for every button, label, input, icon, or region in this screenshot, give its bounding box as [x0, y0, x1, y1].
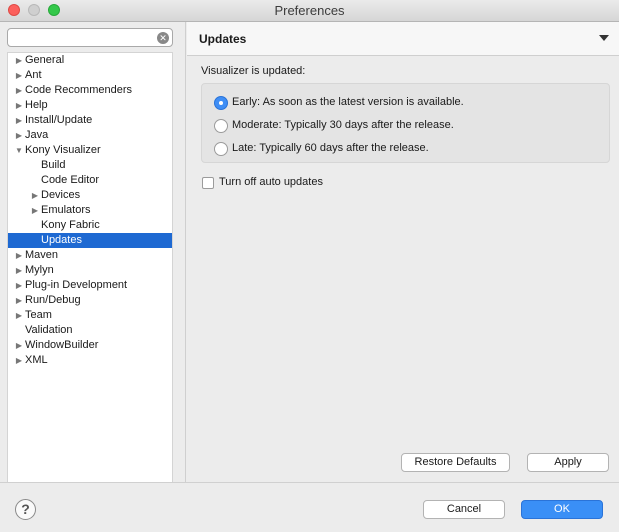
tree-item[interactable]: Code Editor	[8, 173, 172, 188]
collapsed-arrow-icon[interactable]: ▶	[14, 338, 24, 353]
auto-updates-option[interactable]: Turn off auto updates	[202, 176, 362, 192]
tree-item[interactable]: ▶ Devices	[8, 188, 172, 203]
tree-item-label: Kony Visualizer	[25, 144, 101, 156]
tree-item-label: Build	[41, 159, 66, 171]
collapsed-arrow-icon[interactable]: ▶	[14, 278, 24, 293]
auto-updates-checkbox[interactable]	[202, 177, 214, 189]
restore-defaults-button[interactable]: Restore Defaults	[401, 453, 510, 472]
collapsed-arrow-icon[interactable]: ▶	[30, 203, 40, 218]
preferences-sidebar: ✕ ▶ General ▶ Ant ▶ Code Recommenders ▶ Help ▶ In…	[0, 22, 186, 504]
radio-option-early[interactable]: Early: As soon as the latest version is …	[214, 95, 504, 111]
update-frequency-group: Early: As soon as the latest version is …	[201, 83, 610, 163]
window-title: Preferences	[274, 3, 345, 18]
tree-item-label: Java	[25, 129, 49, 141]
tree-item-label: Ant	[25, 69, 42, 81]
cancel-button[interactable]: Cancel	[423, 500, 505, 519]
collapsed-arrow-icon[interactable]: ▶	[14, 83, 24, 98]
tree-item[interactable]: ▶ Maven	[8, 248, 172, 263]
tree-item-label: XML	[25, 354, 48, 366]
tree-item[interactable]: Validation	[8, 323, 172, 338]
collapsed-arrow-icon[interactable]: ▶	[14, 248, 24, 263]
radio-label: Late: Typically 60 days after the releas…	[232, 142, 429, 154]
collapsed-arrow-icon[interactable]: ▶	[14, 68, 24, 83]
tree-item[interactable]: ▶ Code Recommenders	[8, 83, 172, 98]
tree-item[interactable]: ▼ Kony Visualizer	[8, 143, 172, 158]
collapsed-arrow-icon[interactable]: ▶	[14, 263, 24, 278]
tree-item[interactable]: ▶ Ant	[8, 68, 172, 83]
tree-item[interactable]: ▶ General	[8, 53, 172, 68]
tree-item-label: Run/Debug	[25, 294, 81, 306]
tree-item-label: Mylyn	[25, 264, 54, 276]
tree-item-label: Code Recommenders	[25, 84, 132, 96]
tree-item-label: Install/Update	[25, 114, 93, 126]
tree-item[interactable]: ▶ XML	[8, 353, 172, 368]
radio-button[interactable]	[214, 96, 228, 110]
tree-item[interactable]: ▶ Plug-in Development	[8, 278, 172, 293]
tree-item-label: Emulators	[41, 204, 91, 216]
help-icon[interactable]: ?	[15, 499, 36, 520]
tree-item-label: General	[25, 54, 65, 66]
apply-button[interactable]: Apply	[527, 453, 609, 472]
tree-item[interactable]: Updates	[8, 233, 172, 248]
tree-item-label: Devices	[41, 189, 81, 201]
tree-item[interactable]: Build	[8, 158, 172, 173]
radio-button[interactable]	[214, 142, 228, 156]
expanded-arrow-icon[interactable]: ▼	[14, 143, 24, 158]
title-bar[interactable]: Preferences	[0, 0, 619, 22]
tree-item[interactable]: ▶ Java	[8, 128, 172, 143]
tree-item[interactable]: ▶ Mylyn	[8, 263, 172, 278]
radio-button[interactable]	[214, 119, 228, 133]
preferences-window: Preferences ✕ ▶ General ▶ Ant ▶ Code Recommen…	[0, 0, 619, 532]
tree-item-label: WindowBuilder	[25, 339, 99, 351]
tree-item-label: Maven	[25, 249, 59, 261]
tree-item[interactable]: ▶ Team	[8, 308, 172, 323]
preferences-tree: ▶ General ▶ Ant ▶ Code Recommenders ▶ Help ▶ Inst…	[7, 52, 173, 504]
radio-option-moderate[interactable]: Moderate: Typically 30 days after the re…	[214, 118, 504, 134]
collapsed-arrow-icon[interactable]: ▶	[14, 128, 24, 143]
collapsed-arrow-icon[interactable]: ▶	[14, 308, 24, 323]
tree-item-label: Kony Fabric	[41, 219, 100, 231]
collapsed-arrow-icon[interactable]: ▶	[14, 293, 24, 308]
tree-item-label: Plug-in Development	[25, 279, 128, 291]
tree-item[interactable]: ▶ Help	[8, 98, 172, 113]
tree-item-label: Team	[25, 309, 52, 321]
tree-item[interactable]: ▶ WindowBuilder	[8, 338, 172, 353]
page-header: Updates	[187, 22, 619, 56]
dialog-footer: ? Cancel OK	[0, 482, 619, 532]
preference-page: Updates Visualizer is updated: Early: As…	[187, 22, 619, 482]
collapsed-arrow-icon[interactable]: ▶	[14, 353, 24, 368]
filter-field[interactable]: ✕	[7, 28, 173, 47]
auto-updates-label: Turn off auto updates	[219, 176, 323, 188]
collapsed-arrow-icon[interactable]: ▶	[14, 113, 24, 128]
tree-item-label: Updates	[41, 234, 82, 246]
tree-item[interactable]: ▶ Emulators	[8, 203, 172, 218]
ok-button[interactable]: OK	[521, 500, 603, 519]
tree-item[interactable]: ▶ Run/Debug	[8, 293, 172, 308]
tree-item-label: Code Editor	[41, 174, 100, 186]
collapsed-arrow-icon[interactable]: ▶	[30, 188, 40, 203]
radio-label: Early: As soon as the latest version is …	[232, 96, 464, 108]
update-section-label: Visualizer is updated:	[201, 65, 306, 77]
radio-option-late[interactable]: Late: Typically 60 days after the releas…	[214, 141, 504, 157]
filter-input[interactable]	[8, 29, 148, 46]
clear-filter-icon[interactable]: ✕	[157, 32, 169, 44]
tree-item[interactable]: ▶ Install/Update	[8, 113, 172, 128]
collapsed-arrow-icon[interactable]: ▶	[14, 53, 24, 68]
tree-item-label: Help	[25, 99, 48, 111]
tree-item[interactable]: Kony Fabric	[8, 218, 172, 233]
tree-item-label: Validation	[25, 324, 73, 336]
view-menu-icon[interactable]	[599, 35, 609, 41]
radio-label: Moderate: Typically 30 days after the re…	[232, 119, 454, 131]
page-title: Updates	[199, 32, 247, 46]
collapsed-arrow-icon[interactable]: ▶	[14, 98, 24, 113]
